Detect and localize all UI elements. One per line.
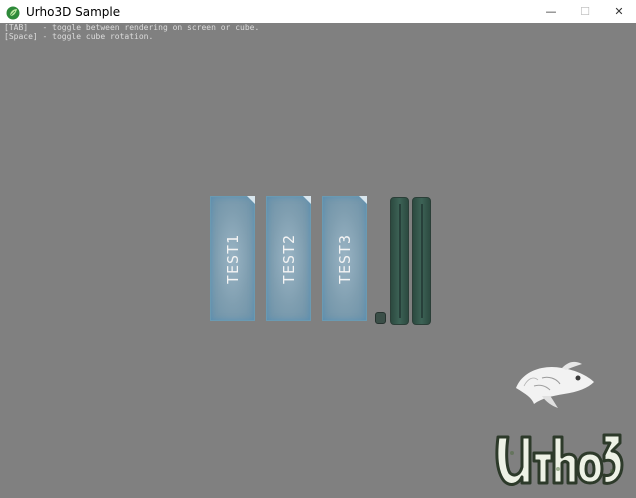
vertical-slider-1[interactable] [390,197,409,325]
urho-leaf-icon [6,5,20,19]
window-controls: — ☐ ✕ [534,0,636,23]
window-title: Urho3D Sample [26,4,121,19]
title-bar[interactable]: Urho3D Sample — ☐ ✕ [0,0,636,23]
minimize-button[interactable]: — [534,0,568,23]
test-panel-2[interactable]: TEST2 [266,196,311,321]
slider-track [398,204,401,318]
panel-corner-icon [247,196,255,204]
slider-track [420,204,423,318]
app-window: Urho3D Sample — ☐ ✕ [TAB] - toggle betwe… [0,0,636,498]
small-slider-knob[interactable] [375,312,386,324]
test-panel-3[interactable]: TEST3 [322,196,367,321]
vertical-slider-2[interactable] [412,197,431,325]
test-panel-label: TEST2 [279,233,298,284]
maximize-icon: ☐ [580,5,590,18]
render-viewport[interactable]: [TAB] - toggle between rendering on scre… [0,23,636,498]
close-button[interactable]: ✕ [602,0,636,23]
test-panel-label: TEST3 [335,233,354,284]
test-panel-1[interactable]: TEST1 [210,196,255,321]
test-panel-label: TEST1 [223,233,242,284]
urho3d-wordmark-logo [495,433,624,486]
urho-fish-logo [516,361,594,408]
panel-corner-icon [303,196,311,204]
instruction-space: [Space] - toggle cube rotation. [4,32,154,41]
panel-corner-icon [359,196,367,204]
maximize-button[interactable]: ☐ [568,0,602,23]
minimize-icon: — [545,5,557,18]
close-icon: ✕ [614,5,624,18]
